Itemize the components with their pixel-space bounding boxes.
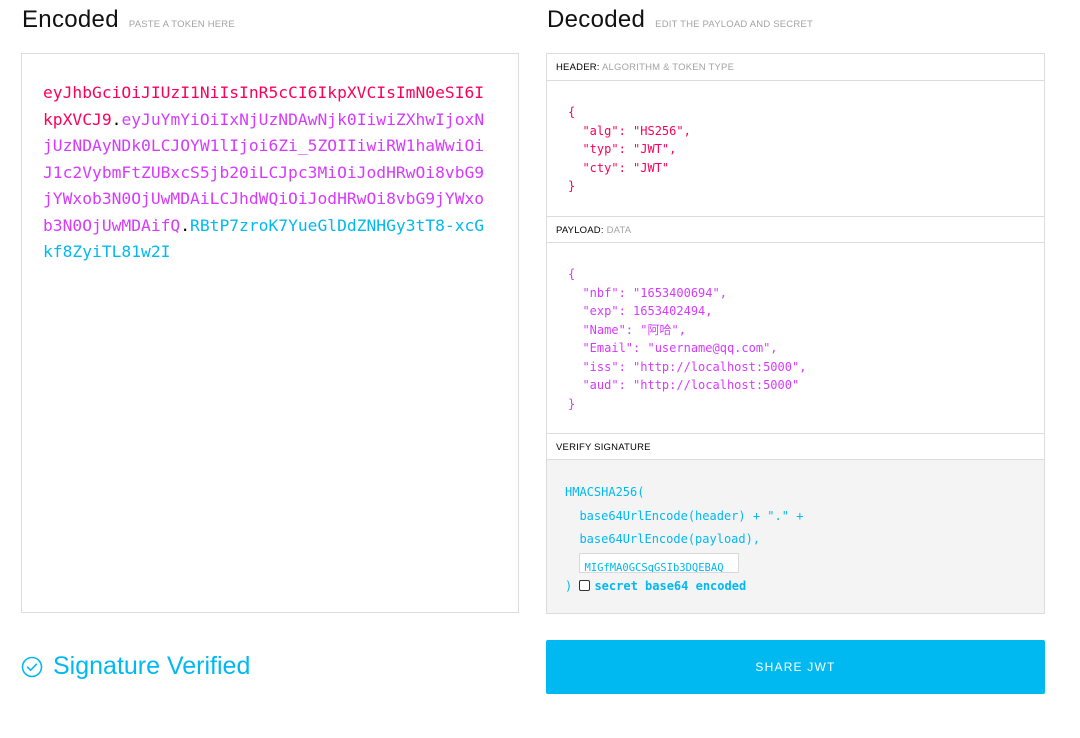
- token-dot: .: [111, 109, 122, 129]
- hmac-function: HMACSHA256(: [565, 485, 645, 499]
- decoded-panel: HEADER: ALGORITHM & TOKEN TYPE { "alg": …: [546, 53, 1045, 614]
- json-line: "alg": "HS256",: [568, 123, 691, 138]
- payload-json-editor[interactable]: { "nbf": "1653400694", "exp": 1653402494…: [568, 265, 806, 413]
- json-line: "nbf": "1653400694",: [568, 285, 727, 300]
- header-section-label: HEADER:: [556, 62, 600, 73]
- signature-status: Signature Verified: [21, 652, 250, 681]
- json-line: "exp": 1653402494,: [568, 304, 713, 318]
- json-line: }: [568, 179, 576, 193]
- check-circle-icon: [21, 656, 43, 677]
- signature-status-text: Signature Verified: [53, 652, 251, 680]
- encoded-token-editor[interactable]: eyJhbGciOiJIUzI1NiIsInR5cCI6IkpXVCIsImN0…: [21, 53, 519, 613]
- json-line: "cty": "JWT": [568, 160, 670, 175]
- decoded-title-group: Decoded EDIT THE PAYLOAD AND SECRET: [547, 6, 813, 34]
- json-line: {: [568, 105, 576, 119]
- decoded-hint: EDIT THE PAYLOAD AND SECRET: [655, 19, 813, 30]
- json-line: "aud": "http://localhost:5000": [568, 378, 800, 392]
- token-text[interactable]: eyJhbGciOiJIUzI1NiIsInR5cCI6IkpXVCIsImN0…: [43, 80, 493, 266]
- token-dot: .: [180, 215, 191, 235]
- json-line: "Name": "阿哈",: [568, 322, 686, 337]
- verify-section-label: VERIFY SIGNATURE: [556, 442, 651, 453]
- verify-header-line: base64UrlEncode(header) + "." +: [565, 508, 804, 523]
- verify-payload-line: base64UrlEncode(payload),: [565, 532, 761, 546]
- decoded-title: Decoded: [547, 6, 646, 33]
- json-line: {: [568, 267, 576, 281]
- verify-section-title: VERIFY SIGNATURE: [547, 433, 1044, 460]
- encoded-title-group: Encoded PASTE A TOKEN HERE: [22, 6, 235, 34]
- header-section-title: HEADER: ALGORITHM & TOKEN TYPE: [547, 54, 1044, 81]
- secret-input[interactable]: MIGfMA0GCSqGSIb3DQEBAQ: [579, 553, 740, 573]
- json-line: "typ": "JWT",: [568, 142, 677, 156]
- json-line: "iss": "http://localhost:5000",: [568, 359, 807, 374]
- payload-section-sub: DATA: [606, 225, 632, 236]
- secret-base64-label[interactable]: secret base64 encoded: [594, 579, 746, 593]
- verify-signature-body: HMACSHA256( base64UrlEncode(header) + ".…: [547, 460, 1044, 613]
- header-json-editor[interactable]: { "alg": "HS256", "typ": "JWT", "cty": "…: [568, 103, 691, 196]
- payload-section-label: PAYLOAD:: [556, 225, 604, 236]
- encoded-title: Encoded: [22, 6, 119, 33]
- json-line: "Email": "username@qq.com",: [568, 341, 778, 355]
- json-line: }: [568, 396, 576, 411]
- verify-code: HMACSHA256( base64UrlEncode(header) + ".…: [565, 481, 803, 599]
- share-jwt-button[interactable]: SHARE JWT: [546, 640, 1045, 694]
- secret-base64-checkbox[interactable]: [579, 580, 591, 591]
- encoded-hint: PASTE A TOKEN HERE: [128, 19, 235, 30]
- payload-section-title: PAYLOAD: DATA: [547, 216, 1044, 243]
- header-section-sub: ALGORITHM & TOKEN TYPE: [601, 62, 735, 73]
- verify-close-paren: ): [565, 579, 580, 593]
